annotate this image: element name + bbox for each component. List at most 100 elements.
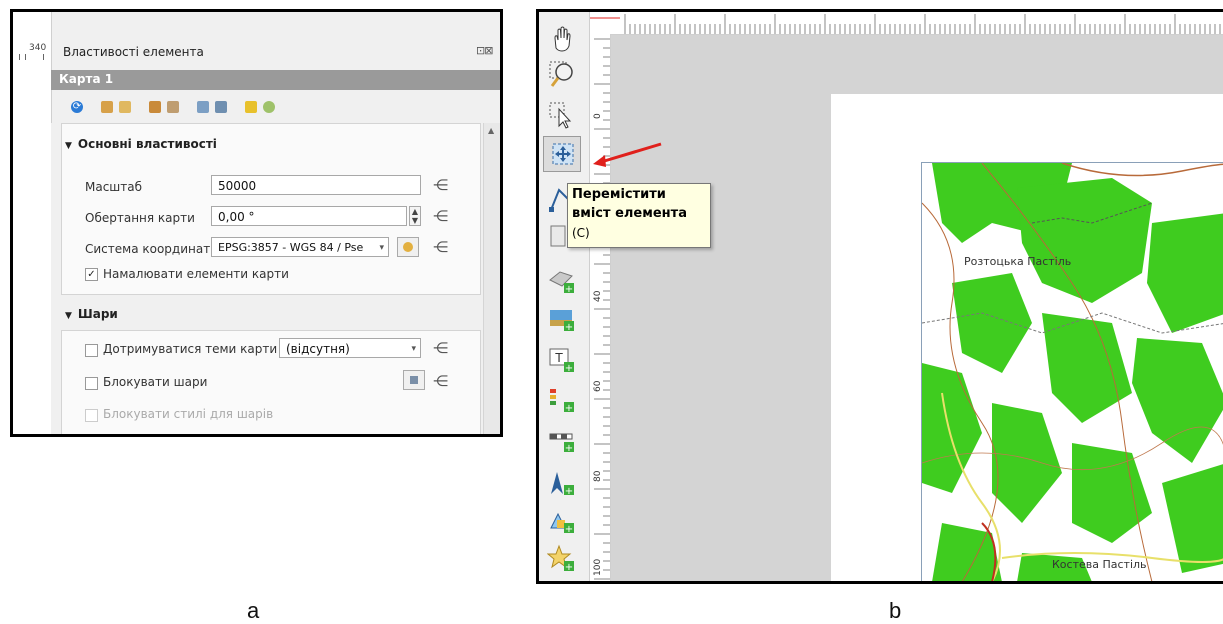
layout-toolbox: + + T + + + + + + [539, 12, 590, 581]
svg-text:+: + [565, 284, 573, 295]
data-defined-icon[interactable]: ⋲ [433, 207, 455, 225]
atlas-icon[interactable] [263, 101, 275, 113]
item-properties-panel: 340 Властивості елемента ⊡⊠ Карта 1 ⟳ ▼ О… [10, 9, 503, 437]
add-label-icon[interactable]: T + [547, 345, 577, 375]
main-properties-title: Основні властивості [77, 137, 217, 151]
clip-icon[interactable] [245, 101, 257, 113]
move-content-button[interactable] [543, 136, 581, 172]
pan-hand-icon[interactable] [547, 24, 577, 54]
horizontal-ruler-ticks [590, 14, 1221, 34]
horizontal-ruler [590, 12, 1223, 35]
dock-float-close-icon[interactable]: ⊡⊠ [476, 44, 493, 57]
lock-layers-label: Блокувати шари [103, 375, 208, 389]
svg-text:+: + [565, 486, 573, 497]
set-extent-icon[interactable] [101, 101, 113, 113]
theme-value: (відсутня) [286, 342, 350, 356]
crs-label: Система координат [85, 242, 211, 256]
ruler-label: 40 [593, 290, 603, 302]
scale-label: Масштаб [85, 180, 143, 194]
globe-icon [403, 242, 413, 252]
lock-styles-label: Блокувати стилі для шарів [103, 407, 274, 421]
add-picture-icon[interactable]: + [547, 304, 577, 334]
theme-select[interactable]: (відсутня) ▾ [279, 338, 421, 358]
map-label: Костева Пастіль [1052, 558, 1147, 571]
layers-header[interactable]: ▼ Шари [65, 307, 118, 321]
chevron-down-icon: ▾ [411, 344, 416, 354]
labels-icon[interactable] [215, 101, 227, 113]
scale-input[interactable]: 50000 [211, 175, 421, 195]
draw-items-label: Намалювати елементи карти [103, 267, 289, 281]
ruler-label: 0 [593, 113, 603, 119]
ruler-tick [19, 54, 20, 60]
svg-text:+: + [565, 363, 573, 374]
svg-text:+: + [565, 562, 573, 573]
topographic-map [922, 163, 1223, 581]
view-extent-icon[interactable] [119, 101, 131, 113]
map-item[interactable]: Розтоцька Пастіль Костева Пастіль [921, 162, 1223, 581]
collapse-arrow-icon: ▼ [65, 311, 72, 321]
add-legend-icon[interactable]: + [547, 385, 577, 415]
crs-select[interactable]: EPSG:3857 - WGS 84 / Pse ▾ [211, 237, 389, 257]
crs-value: EPSG:3857 - WGS 84 / Pse [218, 241, 364, 254]
red-arrow-icon [593, 142, 662, 167]
tooltip: Перемістити вміст елемента (C) [567, 183, 711, 248]
refresh-icon[interactable]: ⟳ [71, 101, 83, 113]
ruler-label: 60 [593, 380, 603, 392]
caption-a: a [247, 598, 260, 623]
data-defined-icon[interactable]: ⋲ [433, 238, 455, 256]
svg-text:+: + [565, 524, 573, 535]
tooltip-line: вміст елемента [572, 206, 687, 221]
draw-items-checkbox[interactable]: ✓ [85, 268, 98, 281]
ruler-tick [25, 54, 26, 60]
scroll-up-icon[interactable]: ▲ [488, 126, 494, 135]
chevron-down-icon: ▾ [379, 243, 384, 253]
view-scale-icon[interactable] [167, 101, 179, 113]
ruler-value: 340 [29, 43, 47, 53]
svg-text:+: + [565, 322, 573, 333]
data-defined-icon[interactable]: ⋲ [433, 372, 455, 390]
caption-b: b [889, 598, 902, 623]
svg-text:T: T [554, 351, 563, 365]
collapse-arrow-icon: ▼ [65, 141, 72, 151]
ruler-label: 80 [593, 470, 603, 482]
layout-canvas-panel: + + T + + + + + + 0 40 60 80 100 Розтоць… [536, 9, 1223, 584]
svg-text:+: + [565, 443, 573, 454]
svg-text:+: + [565, 403, 573, 414]
main-properties-header[interactable]: ▼ Основні властивості [65, 137, 217, 151]
layers-icon [410, 376, 418, 384]
layers-title: Шари [77, 307, 118, 321]
tooltip-shortcut: (C) [572, 226, 590, 240]
tooltip-line: Перемістити [572, 187, 666, 202]
vertical-ruler: 0 40 60 80 100 [590, 34, 611, 581]
select-move-icon[interactable] [547, 100, 577, 130]
move-content-icon [552, 143, 574, 165]
rotation-spin[interactable]: ▲ ▼ [409, 206, 421, 226]
add-north-arrow-icon[interactable]: + [547, 468, 577, 498]
rotation-label: Обертання карти [85, 211, 195, 225]
bookmark-icon[interactable] [197, 101, 209, 113]
data-defined-icon[interactable]: ⋲ [433, 339, 455, 357]
ruler-tick [43, 54, 44, 60]
rotation-input[interactable]: 0,00 ° [211, 206, 407, 226]
lock-layers-checkbox[interactable] [85, 377, 98, 390]
vertical-scrollbar[interactable]: ▲ [483, 123, 500, 434]
lock-styles-checkbox[interactable] [85, 409, 98, 422]
properties-body: ▼ Основні властивості Масштаб 50000 ⋲ Обе… [51, 123, 481, 434]
zoom-icon[interactable] [547, 59, 577, 89]
set-scale-icon[interactable] [149, 101, 161, 113]
select-crs-button[interactable] [397, 237, 419, 257]
follow-theme-checkbox[interactable] [85, 344, 98, 357]
follow-theme-label: Дотримуватися теми карти [103, 342, 278, 356]
panel-title: Властивості елемента [63, 45, 204, 59]
add-marker-icon[interactable]: + [547, 544, 577, 574]
layers-button[interactable] [403, 370, 425, 390]
add-shape-icon[interactable]: + [547, 506, 577, 536]
item-name: Карта 1 [59, 72, 114, 86]
item-toolbar: ⟳ [71, 98, 275, 116]
item-name-bar: Карта 1 [51, 70, 500, 90]
map-label: Розтоцька Пастіль [964, 255, 1072, 268]
data-defined-icon[interactable]: ⋲ [433, 176, 455, 194]
vertical-ruler: 340 [13, 12, 52, 434]
add-scalebar-icon[interactable]: + [547, 425, 577, 455]
add-3d-map-icon[interactable]: + [547, 266, 577, 296]
